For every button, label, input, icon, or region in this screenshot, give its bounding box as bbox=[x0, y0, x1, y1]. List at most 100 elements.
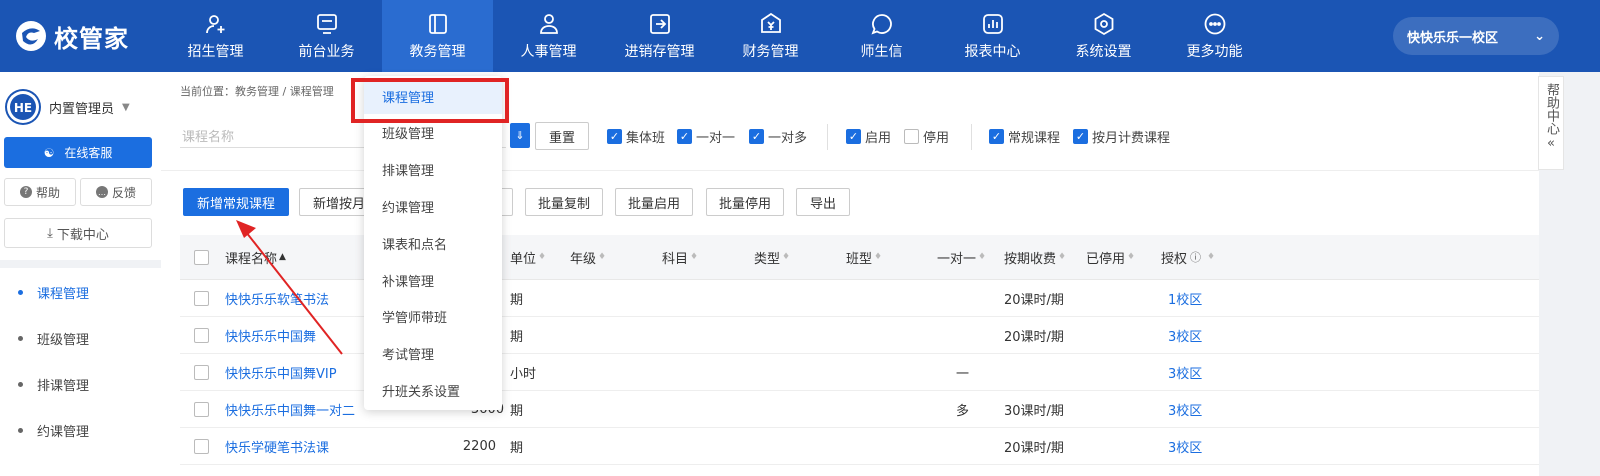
sort-icon: ♦ bbox=[1058, 252, 1067, 262]
divider bbox=[827, 124, 828, 150]
select-all-checkbox[interactable] bbox=[194, 235, 209, 279]
online-service-button[interactable]: ☯ 在线客服 bbox=[4, 137, 152, 168]
nav-inventory[interactable]: 进销存管理 bbox=[604, 0, 715, 72]
header-label: 科目 bbox=[662, 251, 689, 267]
expand-filter-button[interactable]: ⇓ bbox=[510, 123, 530, 148]
row-checkbox[interactable] bbox=[194, 317, 209, 353]
nav-label: 人事管理 bbox=[520, 43, 577, 60]
unit-cell: 期 bbox=[510, 292, 524, 308]
filter-enabled[interactable]: ✓ 启用 bbox=[846, 127, 891, 146]
checkbox-checked-icon: ✓ bbox=[1073, 129, 1088, 144]
export-button[interactable]: 导出 bbox=[796, 188, 850, 216]
charge-cell: 30课时/期 bbox=[1004, 403, 1064, 419]
dropdown-item-makeup[interactable]: 补课管理 bbox=[364, 262, 502, 298]
one-to-one-cell: 多 bbox=[956, 403, 970, 419]
sort-icon: ♦ bbox=[598, 252, 607, 262]
course-name-link[interactable]: 快快乐乐中国舞VIP bbox=[225, 354, 337, 390]
filter-label: 停用 bbox=[923, 131, 950, 146]
course-name-link[interactable]: 快快乐乐软笔书法 bbox=[225, 280, 329, 316]
col-one-to-one[interactable]: 一对一 ♦ bbox=[937, 235, 986, 279]
nav-settings[interactable]: 系统设置 bbox=[1048, 0, 1159, 72]
filter-one-to-one[interactable]: ✓ 一对一 bbox=[677, 127, 735, 146]
col-type[interactable]: 类型 ♦ bbox=[754, 235, 790, 279]
nav-finance[interactable]: 财务管理 bbox=[715, 0, 826, 72]
filter-group-class[interactable]: ✓ 集体班 bbox=[607, 127, 665, 146]
nav-more[interactable]: 更多功能 bbox=[1159, 0, 1270, 72]
col-unit[interactable]: 单位 ♦ bbox=[510, 235, 546, 279]
user-menu[interactable]: HE 内置管理员 ▼ bbox=[5, 89, 130, 125]
sidebar-item-booking[interactable]: 约课管理 bbox=[0, 410, 161, 450]
batch-copy-button[interactable]: 批量复制 bbox=[525, 188, 603, 216]
col-authorization[interactable]: 授权 ⓘ ♦ bbox=[1161, 235, 1215, 279]
filter-label: 按月计费课程 bbox=[1092, 131, 1171, 146]
authorization-link[interactable]: 3校区 bbox=[1168, 391, 1202, 427]
filter-disabled[interactable]: 停用 bbox=[904, 127, 949, 146]
nav-hr[interactable]: 人事管理 bbox=[493, 0, 604, 72]
course-name-link[interactable]: 快乐学硬笔书法课 bbox=[225, 428, 329, 464]
course-name-link[interactable]: 快快乐乐中国舞 bbox=[225, 317, 316, 353]
authorization-link[interactable]: 1校区 bbox=[1168, 280, 1202, 316]
checkbox-checked-icon: ✓ bbox=[677, 129, 692, 144]
dropdown-item-promotion[interactable]: 升班关系设置 bbox=[364, 372, 502, 408]
help-center-tab[interactable]: 帮助中心 « bbox=[1538, 76, 1564, 170]
nav-enrollment[interactable]: 招生管理 bbox=[160, 0, 271, 72]
chat-icon bbox=[870, 13, 892, 35]
col-charge[interactable]: 按期收费 ♦ bbox=[1004, 235, 1066, 279]
dropdown-item-exam[interactable]: 考试管理 bbox=[364, 335, 502, 371]
authorization-link[interactable]: 3校区 bbox=[1168, 317, 1202, 353]
dropdown-item-timetable[interactable]: 课表和点名 bbox=[364, 225, 502, 261]
row-checkbox[interactable] bbox=[194, 354, 209, 390]
sort-icon: ♦ bbox=[782, 252, 791, 262]
reset-button[interactable]: 重置 bbox=[535, 122, 589, 150]
top-navbar: 校管家 招生管理 前台业务 教务管理 人事管理 进销存管理 财务管理 师生信 报… bbox=[0, 0, 1600, 72]
divider bbox=[971, 124, 972, 150]
sort-icon: ♦ bbox=[1127, 252, 1136, 262]
download-center-button[interactable]: ⤓ 下载中心 bbox=[4, 218, 152, 248]
sidebar-item-course[interactable]: 课程管理 bbox=[0, 272, 161, 312]
table-row[interactable]: 快乐学硬笔书法课 2200 期 20课时/期 3校区 bbox=[180, 428, 1550, 465]
dropdown-item-tutor[interactable]: 学管师带班 bbox=[364, 298, 502, 334]
col-class-type[interactable]: 班型 ♦ bbox=[846, 235, 882, 279]
header-label: 一对一 bbox=[937, 251, 977, 267]
feedback-button[interactable]: … 反馈 bbox=[80, 178, 152, 206]
add-regular-course-button[interactable]: 新增常规课程 bbox=[183, 188, 289, 216]
nav-label: 报表中心 bbox=[964, 43, 1021, 60]
nav-messages[interactable]: 师生信 bbox=[826, 0, 937, 72]
course-name-link[interactable]: 快快乐乐中国舞一对二 bbox=[225, 391, 355, 427]
checkbox-empty-icon bbox=[194, 249, 209, 265]
col-subject[interactable]: 科目 ♦ bbox=[662, 235, 698, 279]
nav-reports[interactable]: 报表中心 bbox=[937, 0, 1048, 72]
filter-regular-course[interactable]: ✓ 常规课程 bbox=[989, 127, 1060, 146]
header-label: 类型 bbox=[754, 251, 781, 267]
filter-monthly-course[interactable]: ✓ 按月计费课程 bbox=[1073, 127, 1170, 146]
campus-name: 快快乐乐一校区 bbox=[1407, 30, 1499, 46]
sidebar-item-class[interactable]: 班级管理 bbox=[0, 318, 161, 358]
price-cell: 2200 bbox=[462, 438, 496, 454]
sidebar-item-schedule[interactable]: 排课管理 bbox=[0, 364, 161, 404]
app-logo[interactable]: 校管家 bbox=[14, 18, 129, 54]
campus-selector[interactable]: 快快乐乐一校区 ⌄ bbox=[1393, 17, 1559, 55]
nav-front-desk[interactable]: 前台业务 bbox=[271, 0, 382, 72]
sidebar-divider bbox=[0, 260, 161, 268]
col-grade[interactable]: 年级 ♦ bbox=[570, 235, 606, 279]
row-checkbox[interactable] bbox=[194, 280, 209, 316]
row-checkbox[interactable] bbox=[194, 428, 209, 464]
charge-cell: 20课时/期 bbox=[1004, 329, 1064, 345]
filter-one-to-many[interactable]: ✓ 一对多 bbox=[749, 127, 807, 146]
help-button[interactable]: ? 帮助 bbox=[4, 178, 76, 206]
avatar: HE bbox=[5, 89, 41, 125]
authorization-link[interactable]: 3校区 bbox=[1168, 428, 1202, 464]
col-disabled[interactable]: 已停用 ♦ bbox=[1086, 235, 1135, 279]
row-checkbox[interactable] bbox=[194, 391, 209, 427]
authorization-link[interactable]: 3校区 bbox=[1168, 354, 1202, 390]
col-course-name[interactable]: 课程名称 ▲ bbox=[225, 235, 286, 279]
dropdown-item-booking[interactable]: 约课管理 bbox=[364, 188, 502, 224]
online-service-label: 在线客服 bbox=[64, 146, 113, 160]
charge-cell: 20课时/期 bbox=[1004, 440, 1064, 456]
batch-disable-button[interactable]: 批量停用 bbox=[706, 188, 784, 216]
dropdown-item-schedule[interactable]: 排课管理 bbox=[364, 151, 502, 187]
sidebar-item-label: 约课管理 bbox=[37, 424, 90, 440]
checkbox-empty-icon bbox=[194, 327, 209, 343]
batch-enable-button[interactable]: 批量启用 bbox=[615, 188, 693, 216]
nav-academic[interactable]: 教务管理 bbox=[382, 0, 493, 72]
